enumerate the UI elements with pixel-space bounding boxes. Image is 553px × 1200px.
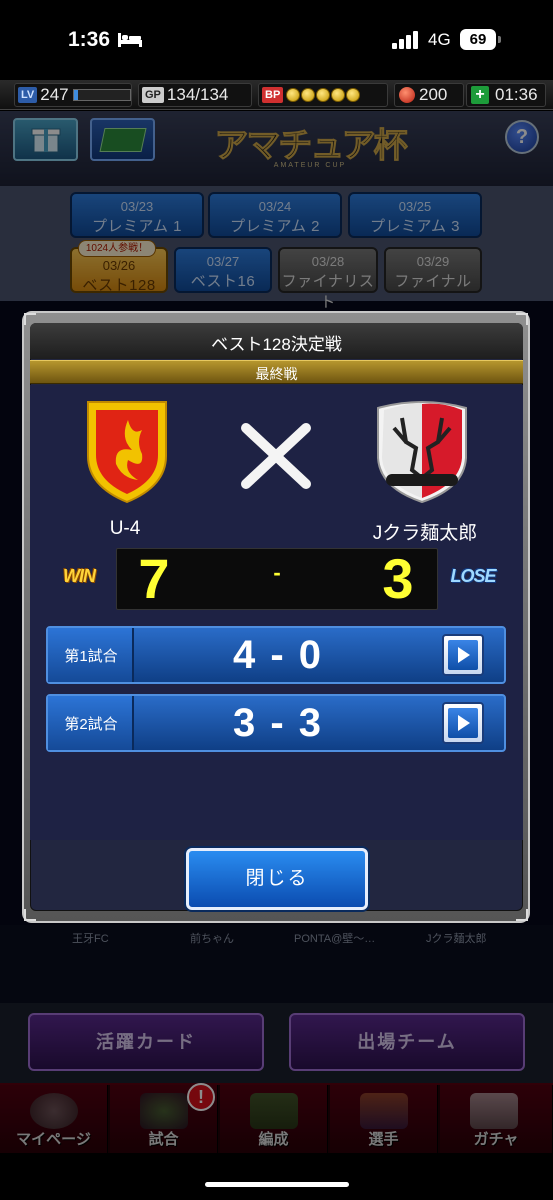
game-label-box: 第1試合 xyxy=(48,628,134,682)
timer-display[interactable]: + 01:36 xyxy=(466,83,546,107)
score-separator: - xyxy=(273,560,281,585)
bp-coin-icon xyxy=(331,88,346,102)
status-time: 1:36 xyxy=(68,28,111,51)
play-triangle xyxy=(458,647,470,663)
network-type: 4G xyxy=(428,30,451,49)
battery-tip xyxy=(498,36,501,43)
signal-icon xyxy=(392,31,418,49)
level-display: LV 247 xyxy=(14,83,132,107)
battery-icon: 69 xyxy=(460,29,496,50)
play-icon xyxy=(448,708,478,738)
level-progress-bar xyxy=(72,89,131,101)
team-name-left: U-4 xyxy=(109,518,141,539)
bp-tag: BP xyxy=(262,87,284,103)
ball-display: 200 xyxy=(394,83,464,107)
status-bar: 1:36 4G 69 xyxy=(0,0,553,80)
home-bar xyxy=(0,1153,553,1200)
bp-coin-icon xyxy=(286,88,301,102)
game-label: 第1試合 xyxy=(64,648,118,665)
play-icon xyxy=(448,640,478,670)
team-crest-left xyxy=(87,401,167,504)
replay-button[interactable] xyxy=(442,634,484,676)
dialog-title: ベスト128決定戦 xyxy=(211,335,342,354)
team-name-right: Jクラ麺太郎 xyxy=(372,523,478,544)
team-crest-right xyxy=(377,401,467,504)
dialog-subtitle: 最終戦 xyxy=(255,366,298,382)
game-label: 第2試合 xyxy=(64,716,118,733)
versus-x-icon xyxy=(241,423,311,489)
ball-icon xyxy=(399,87,415,103)
gp-tag: GP xyxy=(142,87,164,103)
timer-value: 01:36 xyxy=(495,85,538,104)
close-button[interactable]: 閉じる xyxy=(186,848,368,910)
game-top-bar: LV 247 GP 134/134 BP 200 + 01:36 xyxy=(0,80,553,110)
lose-label: LOSE xyxy=(450,566,496,586)
score-right: 3 xyxy=(382,547,414,610)
level-progress-fill xyxy=(73,90,79,100)
play-triangle xyxy=(458,715,470,731)
level-value: 247 xyxy=(40,85,69,104)
home-indicator[interactable] xyxy=(205,1182,349,1187)
lv-tag: LV xyxy=(18,87,38,103)
plus-icon[interactable]: + xyxy=(471,86,489,104)
gp-value: 134/134 xyxy=(166,85,229,104)
game-score: 4 - 0 xyxy=(232,633,324,677)
bp-coin-icon xyxy=(316,88,331,102)
game-label-box: 第2試合 xyxy=(48,696,134,750)
bp-coin-icon xyxy=(346,88,361,102)
game-2-row: 第2試合 3 - 3 xyxy=(46,694,506,752)
replay-button[interactable] xyxy=(442,702,484,744)
game-score: 3 - 3 xyxy=(232,701,324,745)
win-label: WIN xyxy=(63,566,96,586)
gp-display: GP 134/134 xyxy=(138,83,252,107)
sleep-mode-icon xyxy=(118,33,142,47)
bp-display: BP xyxy=(258,83,388,107)
bp-coin-icon xyxy=(301,88,316,102)
game-1-row: 第1試合 4 - 0 xyxy=(46,626,506,684)
score-left: 7 xyxy=(138,547,170,610)
ball-count: 200 xyxy=(419,85,448,104)
